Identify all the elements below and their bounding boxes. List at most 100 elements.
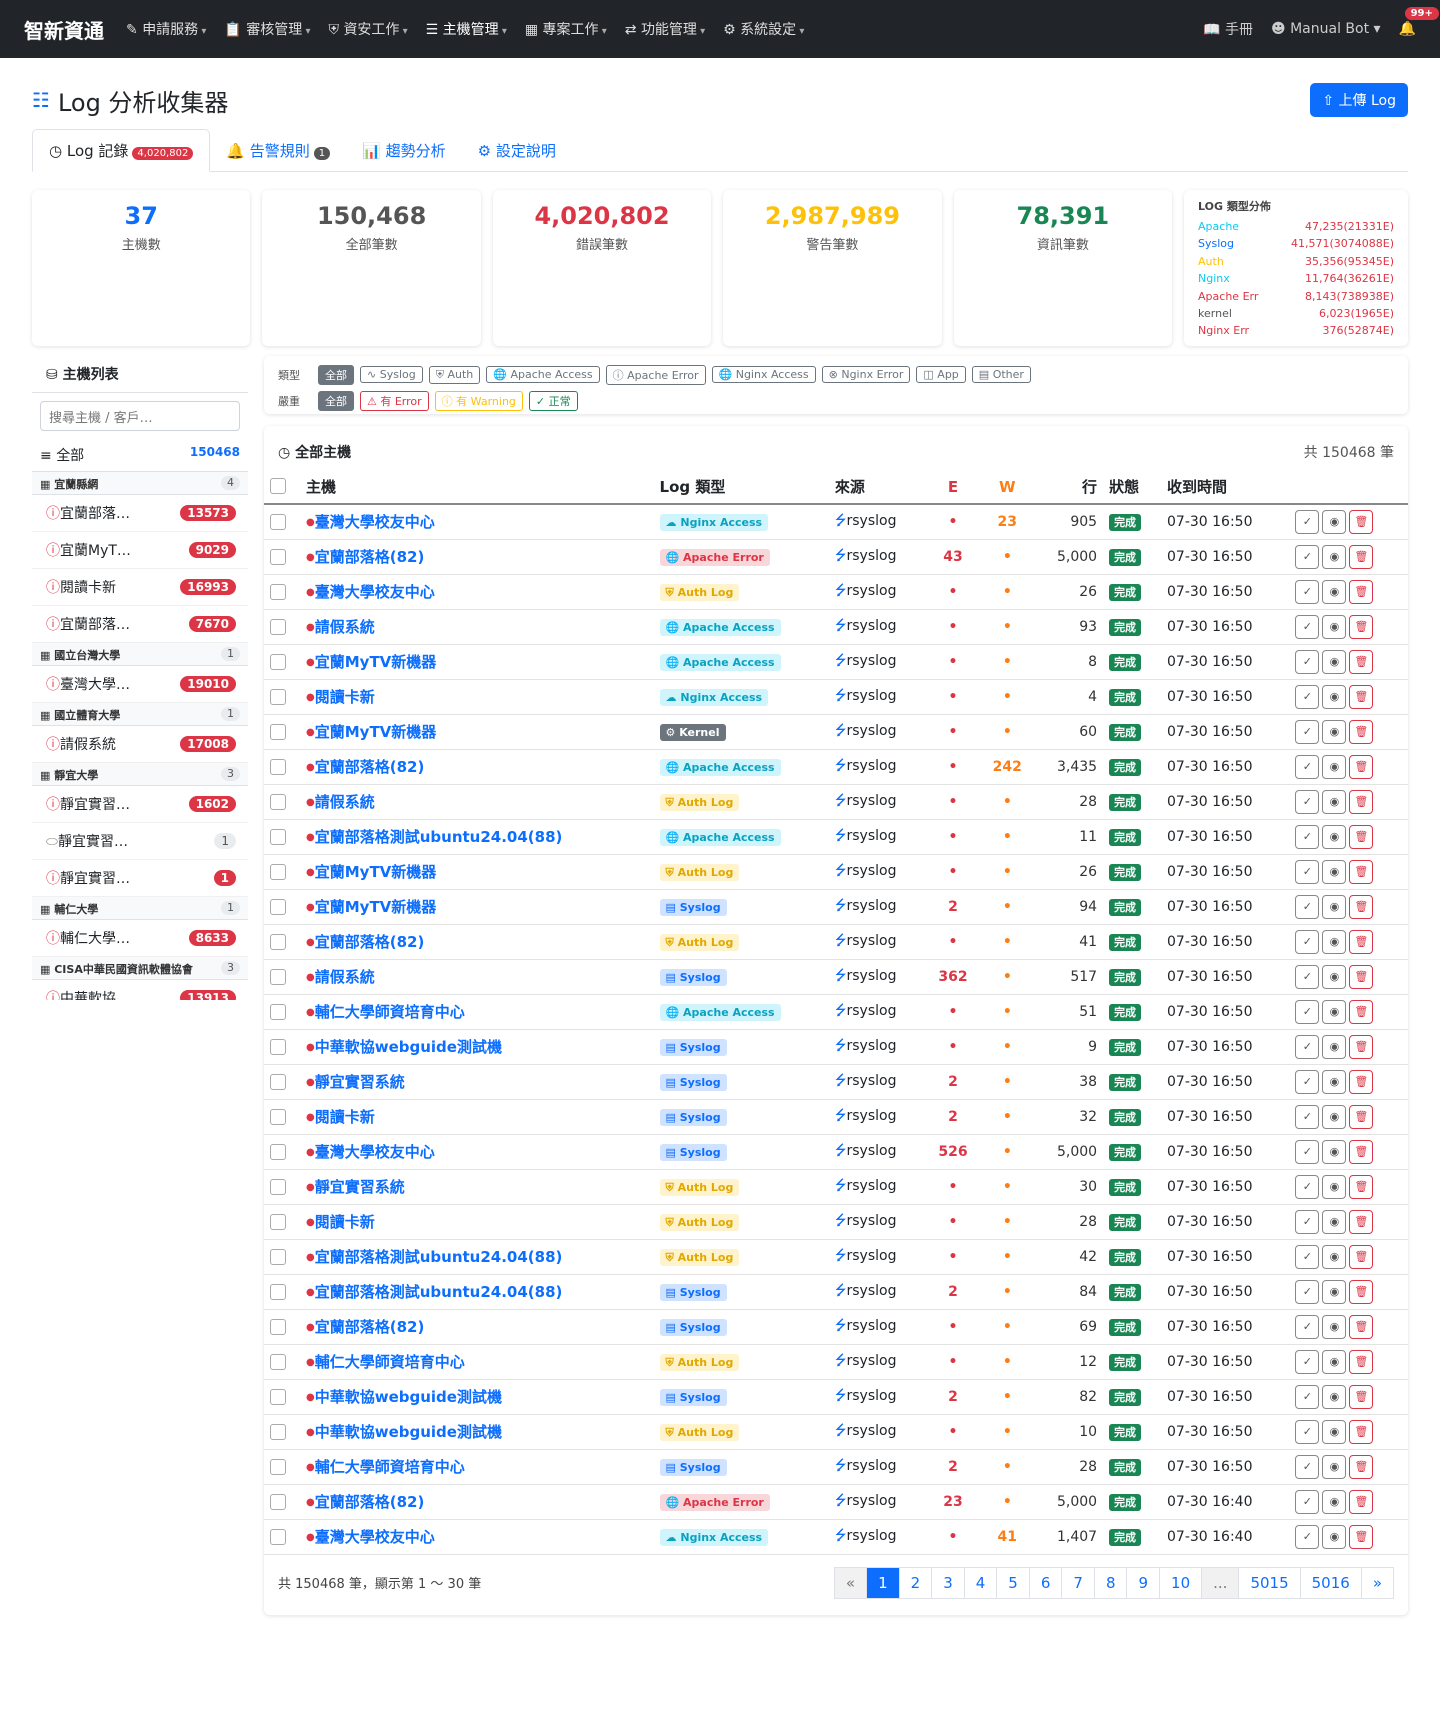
row-checkbox[interactable] [270, 828, 286, 845]
table-row[interactable]: 宜蘭MyTV新機器🌐 Apache Accessrsyslog••8完成07-3… [264, 644, 1408, 680]
row-select[interactable] [264, 889, 300, 925]
sidebar-host-item[interactable]: 宜蘭部落… 13573 [32, 495, 248, 532]
host-cell[interactable]: 靜宜實習系統 [300, 1169, 654, 1205]
view-button[interactable]: ◉ [1322, 1104, 1347, 1129]
host-link[interactable]: 閱讀卡新 [306, 688, 375, 706]
delete-button[interactable]: 🗑 [1349, 754, 1374, 779]
upload-log-button[interactable]: ⇧ 上傳 Log [1310, 83, 1408, 117]
host-cell[interactable]: 宜蘭部落格(82) [300, 1484, 654, 1520]
table-row[interactable]: 宜蘭部落格(82)▤ Syslogrsyslog••69完成07-30 16:5… [264, 1309, 1408, 1345]
host-link[interactable]: 宜蘭部落格(82) [306, 548, 424, 566]
column-header[interactable]: 來源 [828, 470, 926, 505]
mark-done-button[interactable]: ✓ [1295, 1454, 1320, 1479]
delete-button[interactable]: 🗑 [1349, 719, 1374, 744]
host-cell[interactable]: 宜蘭部落格測試ubuntu24.04(88) [300, 819, 654, 855]
column-header[interactable]: 行 [1034, 470, 1104, 505]
column-header[interactable]: W [980, 470, 1035, 505]
row-checkbox[interactable] [270, 1073, 286, 1090]
mark-done-button[interactable]: ✓ [1295, 1279, 1320, 1304]
row-select[interactable] [264, 784, 300, 820]
page-button[interactable]: 5 [996, 1566, 1030, 1599]
row-select[interactable] [264, 994, 300, 1030]
row-select[interactable] [264, 1204, 300, 1240]
notification-button[interactable]: 🔔 99+ [1399, 7, 1439, 37]
host-link[interactable]: 宜蘭部落格測試ubuntu24.04(88) [306, 1283, 562, 1301]
tab-1[interactable]: 🔔 告警規則 1 [210, 130, 346, 171]
row-select[interactable] [264, 854, 300, 890]
row-checkbox[interactable] [270, 758, 286, 775]
host-cell[interactable]: 宜蘭部落格(82) [300, 1309, 654, 1345]
table-row[interactable]: 輔仁大學師資培育中心 ▤ Syslog rsyslog 2•28 完成 07-30 16:… [264, 1449, 1408, 1485]
row-select[interactable] [264, 644, 300, 680]
host-link[interactable]: 輔仁大學師資培育中心 [306, 1353, 465, 1371]
row-select[interactable] [264, 1484, 300, 1520]
view-button[interactable]: ◉ [1322, 1034, 1347, 1059]
page-button[interactable]: 5016 [1299, 1566, 1362, 1599]
row-select[interactable] [264, 1344, 300, 1380]
sidebar-host-item[interactable]: 靜宜實習… 1 [32, 860, 248, 897]
row-checkbox[interactable] [270, 1213, 286, 1230]
nav-item-4[interactable]: ▦ 專案工作 [525, 19, 607, 39]
view-button[interactable]: ◉ [1322, 1419, 1347, 1444]
table-row[interactable]: 輔仁大學師資培育中心🌐 Apache Accessrsyslog••51完成07… [264, 994, 1408, 1030]
host-link[interactable]: 閱讀卡新 [306, 1108, 375, 1126]
table-row[interactable]: 靜宜實習系統⛨ Auth Logrsyslog••30完成07-30 16:50… [264, 1169, 1408, 1205]
severity-filter-chip[interactable]: ⚠ 有 Error [360, 390, 429, 411]
mark-done-button[interactable]: ✓ [1295, 964, 1320, 989]
type-filter-chip[interactable]: ▤ Other [971, 366, 1031, 383]
host-cell[interactable]: 輔仁大學師資培育中心 [300, 1449, 654, 1485]
table-row[interactable]: 靜宜實習系統 ▤ Syslog rsyslog 2•38 完成 07-30 16:50 ✓ ◉… [264, 1064, 1408, 1100]
host-cell[interactable]: 宜蘭部落格測試ubuntu24.04(88) [300, 1239, 654, 1275]
table-row[interactable]: 閱讀卡新☁ Nginx Accessrsyslog••4完成07-30 16:5… [264, 679, 1408, 715]
row-checkbox[interactable] [270, 1178, 286, 1195]
nav-item-3[interactable]: ☰ 主機管理 [426, 19, 507, 39]
delete-button[interactable]: 🗑 [1349, 894, 1374, 919]
delete-button[interactable]: 🗑 [1349, 1314, 1374, 1339]
sidebar-item-all[interactable]: ≡ 全部 150468 [32, 439, 248, 472]
row-checkbox[interactable] [270, 1283, 286, 1300]
row-select[interactable] [264, 1414, 300, 1450]
row-select[interactable] [264, 1449, 300, 1485]
mark-done-button[interactable]: ✓ [1295, 719, 1320, 744]
view-button[interactable]: ◉ [1322, 649, 1347, 674]
sidebar-host-item[interactable]: 請假系統 17008 [32, 726, 248, 763]
table-row[interactable]: 臺灣大學校友中心 ▤ Syslog rsyslog 526•5,000 完成 07-30 … [264, 1134, 1408, 1170]
delete-button[interactable]: 🗑 [1349, 999, 1374, 1024]
table-row[interactable]: 中華軟協webguide測試機 ▤ Syslog rsyslog 2•82 完成 07-3… [264, 1379, 1408, 1415]
host-search-input[interactable]: 搜尋主機 / 客戶… [40, 401, 240, 431]
sidebar-host-item[interactable]: 宜蘭MyT… 9029 [32, 532, 248, 569]
nav-item-0[interactable]: ✎ 申請服務 [126, 19, 206, 39]
mark-done-button[interactable]: ✓ [1295, 649, 1320, 674]
view-button[interactable]: ◉ [1322, 579, 1347, 604]
delete-button[interactable]: 🗑 [1349, 1034, 1374, 1059]
view-button[interactable]: ◉ [1322, 929, 1347, 954]
mark-done-button[interactable]: ✓ [1295, 1489, 1320, 1514]
host-link[interactable]: 臺灣大學校友中心 [306, 513, 435, 531]
delete-button[interactable]: 🗑 [1349, 824, 1374, 849]
row-select[interactable] [264, 1239, 300, 1275]
delete-button[interactable]: 🗑 [1349, 1349, 1374, 1374]
view-button[interactable]: ◉ [1322, 754, 1347, 779]
row-checkbox[interactable] [270, 653, 286, 670]
mark-done-button[interactable]: ✓ [1295, 789, 1320, 814]
view-button[interactable]: ◉ [1322, 1349, 1347, 1374]
host-link[interactable]: 臺灣大學校友中心 [306, 1143, 435, 1161]
mark-done-button[interactable]: ✓ [1295, 579, 1320, 604]
table-row[interactable]: 臺灣大學校友中心 ☁ Nginx Access rsyslog •411,407 完成 0… [264, 1519, 1408, 1555]
mark-done-button[interactable]: ✓ [1295, 1384, 1320, 1409]
row-checkbox[interactable] [270, 1003, 286, 1020]
delete-button[interactable]: 🗑 [1349, 1384, 1374, 1409]
sidebar-host-item[interactable]: 宜蘭部落… 7670 [32, 606, 248, 643]
view-button[interactable]: ◉ [1322, 614, 1347, 639]
row-select[interactable] [264, 1134, 300, 1170]
page-button[interactable]: 2 [898, 1566, 933, 1599]
view-button[interactable]: ◉ [1322, 789, 1347, 814]
view-button[interactable]: ◉ [1322, 719, 1347, 744]
page-button[interactable]: » [1360, 1566, 1394, 1599]
host-cell[interactable]: 請假系統 [300, 609, 654, 645]
column-header[interactable]: Log 類型 [653, 470, 829, 505]
delete-button[interactable]: 🗑 [1349, 509, 1374, 534]
host-link[interactable]: 宜蘭部落格(82) [306, 933, 424, 951]
host-link[interactable]: 宜蘭MyTV新機器 [306, 723, 436, 741]
table-row[interactable]: 請假系統🌐 Apache Accessrsyslog••93完成07-30 16… [264, 609, 1408, 645]
